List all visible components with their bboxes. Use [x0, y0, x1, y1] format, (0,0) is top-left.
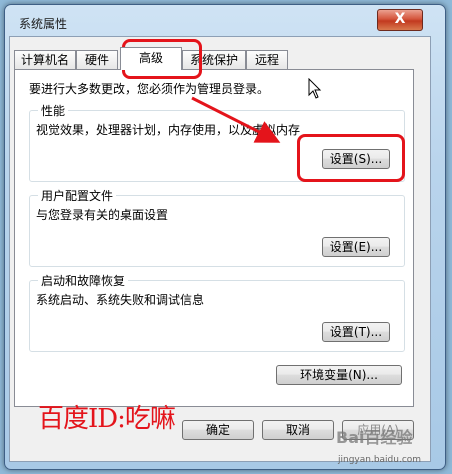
user-profiles-settings-button[interactable]: 设置(E)...: [322, 237, 390, 257]
environment-variables-button[interactable]: 环境变量(N)...: [276, 365, 402, 385]
settings-button-highlight: [297, 134, 405, 182]
startup-recovery-description: 系统启动、系统失败和调试信息: [36, 293, 205, 307]
admin-notice: 要进行大多数更改，您必须作为管理员登录。: [29, 82, 270, 96]
user-profiles-description: 与您登录有关的桌面设置: [36, 208, 169, 222]
close-button[interactable]: X: [377, 9, 423, 31]
mouse-cursor-icon: [308, 78, 322, 99]
tab-remote[interactable]: 远程: [246, 50, 288, 69]
user-profiles-group: 用户配置文件 与您登录有关的桌面设置 设置(E)...: [29, 187, 405, 267]
cancel-button[interactable]: 取消: [262, 420, 334, 440]
ok-button[interactable]: 确定: [182, 420, 254, 440]
performance-group-title: 性能: [38, 102, 69, 119]
user-profiles-group-title: 用户配置文件: [38, 187, 117, 204]
performance-description: 视觉效果，处理器计划，内存使用，以及虚拟内存: [36, 123, 301, 137]
window-title: 系统属性: [19, 17, 68, 31]
startup-recovery-settings-button[interactable]: 设置(T)...: [322, 322, 390, 342]
tab-hardware[interactable]: 硬件: [76, 50, 118, 69]
tab-advanced[interactable]: 高级: [120, 47, 182, 70]
tab-computer-name[interactable]: 计算机名: [14, 50, 76, 69]
site-logo-watermark: Bai百经验: [336, 428, 413, 447]
startup-recovery-group: 启动和故障恢复 系统启动、系统失败和调试信息 设置(T)...: [29, 272, 405, 352]
author-watermark: 百度ID:吃嘛: [38, 404, 176, 434]
startup-recovery-group-title: 启动和故障恢复: [38, 272, 129, 289]
site-url-watermark: jingyan.baidu.com: [338, 455, 422, 465]
